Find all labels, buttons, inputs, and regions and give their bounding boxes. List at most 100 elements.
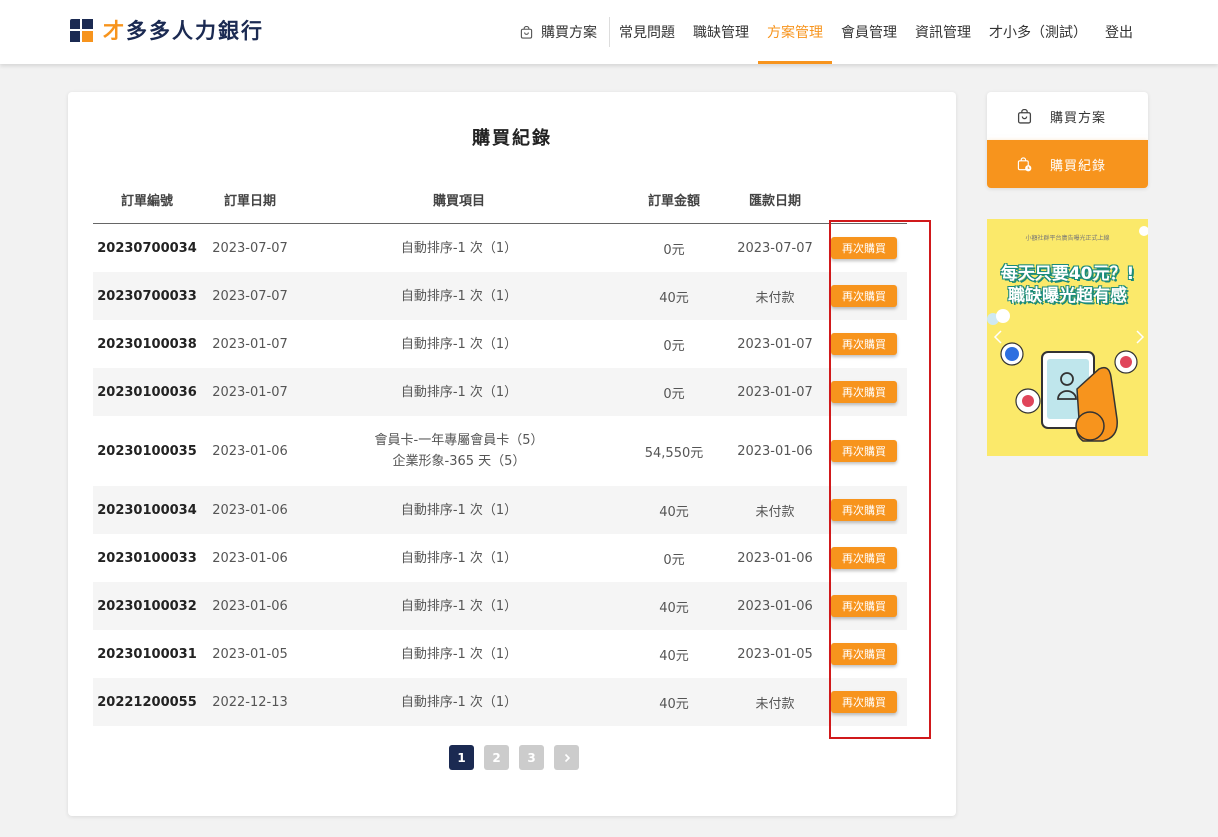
order-items: 自動排序-1 次（1） <box>299 596 619 617</box>
rebuy-button[interactable]: 再次購買 <box>831 595 897 617</box>
nav-faq[interactable]: 常見問題 <box>610 0 684 64</box>
table-body: 20230700034 2023-07-07 自動排序-1 次（1） 0元 2023-0… <box>93 224 907 726</box>
page-title: 購買紀錄 <box>472 128 552 149</box>
promo-banner[interactable]: 小額社群平台廣告曝光正式上線 每天只要40元？! 職缺曝光超有感 <box>987 219 1148 456</box>
order-items: 自動排序-1 次（1） <box>299 286 619 307</box>
order-item-line: 企業形象-365 天（5） <box>392 454 526 469</box>
payment-date: 未付款 <box>755 290 795 306</box>
order-action: 再次購買 <box>821 547 907 569</box>
order-amount: 0元 <box>663 242 685 258</box>
page-2-button[interactable]: 2 <box>484 745 509 770</box>
order-action: 再次購買 <box>821 595 907 617</box>
order-action: 再次購買 <box>821 499 907 521</box>
banner-illustration <box>987 219 1148 456</box>
nav-plan-management[interactable]: 方案管理 <box>758 0 832 64</box>
order-amount: 40元 <box>659 290 689 306</box>
order-items: 會員卡-一年專屬會員卡（5） 企業形象-365 天（5） <box>299 430 619 472</box>
next-page-button[interactable] <box>554 745 579 770</box>
rebuy-button[interactable]: 再次購買 <box>831 381 897 403</box>
payment-date: 未付款 <box>755 696 795 712</box>
order-id: 20221200055 <box>97 694 197 710</box>
nav-logout[interactable]: 登出 <box>1096 0 1142 64</box>
order-id: 20230700033 <box>97 288 197 304</box>
payment-date: 2023-01-06 <box>737 598 813 614</box>
brand-logo[interactable]: 才多多人力銀行 <box>70 16 264 44</box>
rebuy-button[interactable]: 再次購買 <box>831 547 897 569</box>
order-action: 再次購買 <box>821 440 907 462</box>
order-date: 2022-12-13 <box>212 694 288 710</box>
table-header: 訂單編號 訂單日期 購買項目 訂單金額 匯款日期 <box>93 176 907 224</box>
shopping-bag-icon <box>1017 108 1032 124</box>
order-item-line: 自動排序-1 次（1） <box>400 336 518 352</box>
order-amount: 0元 <box>663 552 685 568</box>
order-id: 20230100032 <box>97 598 197 614</box>
order-item-line: 自動排序-1 次（1） <box>400 646 518 662</box>
order-items: 自動排序-1 次（1） <box>299 548 619 569</box>
order-item-line: 自動排序-1 次（1） <box>400 384 518 400</box>
nav-info-management[interactable]: 資訊管理 <box>906 0 980 64</box>
banner-top-text: 小額社群平台廣告曝光正式上線 <box>1025 235 1110 242</box>
header-order-id: 訂單編號 <box>120 194 173 209</box>
rebuy-button[interactable]: 再次購買 <box>831 285 897 307</box>
main-nav: 購買方案 常見問題 職缺管理 方案管理 會員管理 資訊管理 才小多（測試） 登出 <box>511 0 1142 64</box>
payment-date: 未付款 <box>755 504 795 520</box>
side-item-buy-plan[interactable]: 購買方案 <box>987 92 1148 140</box>
payment-date: 2023-07-07 <box>737 240 813 256</box>
order-id: 20230100038 <box>97 336 197 352</box>
table-row: 20230700033 2023-07-07 自動排序-1 次（1） 40元 未付款 再次… <box>93 272 907 320</box>
payment-date: 2023-01-07 <box>737 384 813 400</box>
records-table: 訂單編號 訂單日期 購買項目 訂單金額 匯款日期 20230700034 2023… <box>93 176 907 726</box>
table-row: 20230100032 2023-01-06 自動排序-1 次（1） 40元 2023-… <box>93 582 907 630</box>
order-date: 2023-07-07 <box>212 288 288 304</box>
rebuy-button[interactable]: 再次購買 <box>831 237 897 259</box>
order-date: 2023-01-06 <box>212 443 288 459</box>
order-items: 自動排序-1 次（1） <box>299 644 619 665</box>
rebuy-button[interactable]: 再次購買 <box>831 691 897 713</box>
order-item-line: 自動排序-1 次（1） <box>400 598 518 614</box>
table-row: 20221200055 2022-12-13 自動排序-1 次（1） 40元 未付款 再次… <box>93 678 907 726</box>
chevron-right-icon <box>564 753 570 762</box>
table-row: 20230100033 2023-01-06 自動排序-1 次（1） 0元 2023-0… <box>93 534 907 582</box>
order-date: 2023-01-06 <box>212 502 288 518</box>
page-3-button[interactable]: 3 <box>519 745 544 770</box>
side-item-purchase-records[interactable]: 購買紀錄 <box>987 140 1148 188</box>
top-header: 才多多人力銀行 購買方案 常見問題 職缺管理 方案管理 會員管理 資訊管理 才小… <box>0 0 1218 64</box>
order-item-line: 自動排序-1 次（1） <box>400 694 518 710</box>
order-items: 自動排序-1 次（1） <box>299 692 619 713</box>
order-amount: 40元 <box>659 648 689 664</box>
purchase-records-card: 購買紀錄 訂單編號 訂單日期 購買項目 訂單金額 匯款日期 2023070003… <box>68 92 956 816</box>
order-id: 20230100034 <box>97 502 197 518</box>
order-item-line: 自動排序-1 次（1） <box>400 240 518 256</box>
order-item-line: 自動排序-1 次（1） <box>400 502 518 518</box>
pagination: 1 2 3 <box>449 745 579 770</box>
order-date: 2023-07-07 <box>212 240 288 256</box>
order-amount: 0元 <box>663 338 685 354</box>
rebuy-button[interactable]: 再次購買 <box>831 499 897 521</box>
order-items: 自動排序-1 次（1） <box>299 500 619 521</box>
nav-job-management[interactable]: 職缺管理 <box>684 0 758 64</box>
nav-buy-plan[interactable]: 購買方案 <box>511 17 610 47</box>
banner-headline-2: 職缺曝光超有感 <box>1008 286 1127 306</box>
order-id: 20230700034 <box>97 240 197 256</box>
bag-clock-icon <box>1017 156 1032 171</box>
order-id: 20230100033 <box>97 550 197 566</box>
order-action: 再次購買 <box>821 333 907 355</box>
table-row: 20230100034 2023-01-06 自動排序-1 次（1） 40元 未付款 再次… <box>93 486 907 534</box>
payment-date: 2023-01-05 <box>737 646 813 662</box>
rebuy-button[interactable]: 再次購買 <box>831 440 897 462</box>
order-date: 2023-01-07 <box>212 336 288 352</box>
order-item-line: 自動排序-1 次（1） <box>400 288 518 304</box>
order-item-line: 自動排序-1 次（1） <box>400 550 518 566</box>
payment-date: 2023-01-06 <box>737 550 813 566</box>
table-row: 20230700034 2023-07-07 自動排序-1 次（1） 0元 2023-0… <box>93 224 907 272</box>
rebuy-button[interactable]: 再次購買 <box>831 333 897 355</box>
nav-member-management[interactable]: 會員管理 <box>832 0 906 64</box>
payment-date: 2023-01-06 <box>737 443 813 459</box>
nav-user-account[interactable]: 才小多（測試） <box>980 0 1096 64</box>
rebuy-button[interactable]: 再次購買 <box>831 643 897 665</box>
page-1-button[interactable]: 1 <box>449 745 474 770</box>
table-row: 20230100035 2023-01-06 會員卡-一年專屬會員卡（5） 企業形象-… <box>93 416 907 486</box>
order-date: 2023-01-06 <box>212 598 288 614</box>
order-items: 自動排序-1 次（1） <box>299 382 619 403</box>
order-id: 20230100031 <box>97 646 197 662</box>
